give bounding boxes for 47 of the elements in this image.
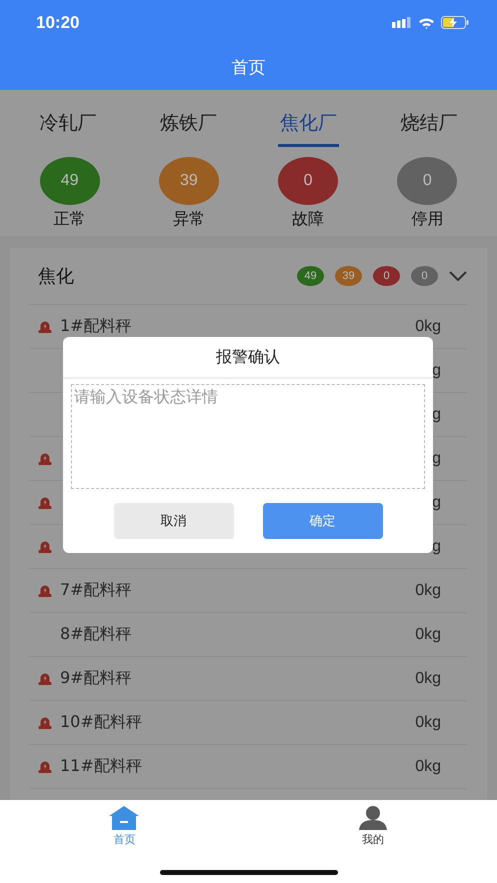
person-icon <box>358 806 388 830</box>
profile-tab[interactable]: 我的 <box>248 800 497 848</box>
count-badge: 39 <box>335 266 362 286</box>
battery-icon <box>441 16 469 29</box>
count-badge: 49 <box>297 266 324 286</box>
count-badge: 0 <box>411 266 438 286</box>
plant-tab[interactable]: 冷轧厂 <box>38 102 99 147</box>
weight-value: g <box>432 538 441 556</box>
weight-value: 0kg <box>415 626 441 644</box>
weight-value: g <box>432 494 441 512</box>
weight-value: g <box>432 362 441 380</box>
status-label: 异常 <box>172 209 205 230</box>
page-title: 首页 <box>232 57 266 79</box>
status-count: 39 <box>158 157 219 205</box>
weight-value: g <box>432 406 441 424</box>
status-count: 49 <box>40 157 100 205</box>
weight-value: 0kg <box>415 582 441 600</box>
status-label: 停用 <box>411 209 444 230</box>
home-tab[interactable]: 首页 <box>0 800 248 848</box>
count-badge: 0 <box>373 266 400 286</box>
weight-value: 0kg <box>415 758 441 776</box>
home-icon <box>109 806 140 830</box>
scale-name: 8#配料秤 <box>60 624 132 645</box>
wifi-icon <box>418 16 435 28</box>
scale-name: 10#配料秤 <box>60 712 142 733</box>
status-count: 0 <box>397 157 458 205</box>
plant-tab[interactable]: 炼铁厂 <box>158 102 219 147</box>
status-time: 10:20 <box>36 12 80 32</box>
weight-value: g <box>432 450 441 468</box>
status-label: 故障 <box>292 209 324 230</box>
scale-name: 7#配料秤 <box>60 580 132 601</box>
weight-value: 0kg <box>415 714 441 732</box>
plant-tab[interactable]: 烧结厂 <box>398 102 460 147</box>
scale-name: 11#配料秤 <box>60 756 142 777</box>
cancel-button[interactable]: 取消 <box>114 503 234 539</box>
weight-value: 0kg <box>415 670 441 688</box>
confirm-button[interactable]: 确定 <box>262 503 382 539</box>
section-title: 焦化 <box>37 265 74 288</box>
status-label: 正常 <box>54 209 86 230</box>
dialog-title: 报警确认 <box>63 337 433 379</box>
details-input[interactable]: 请输入设备状态详情 <box>71 384 425 489</box>
scale-name: 1#配料秤 <box>60 316 132 337</box>
status-count: 0 <box>278 157 338 205</box>
scale-name: 9#配料秤 <box>60 668 132 689</box>
chevron-down-icon[interactable] <box>449 271 467 281</box>
signal-icon <box>392 17 412 28</box>
weight-value: 0kg <box>415 318 441 336</box>
